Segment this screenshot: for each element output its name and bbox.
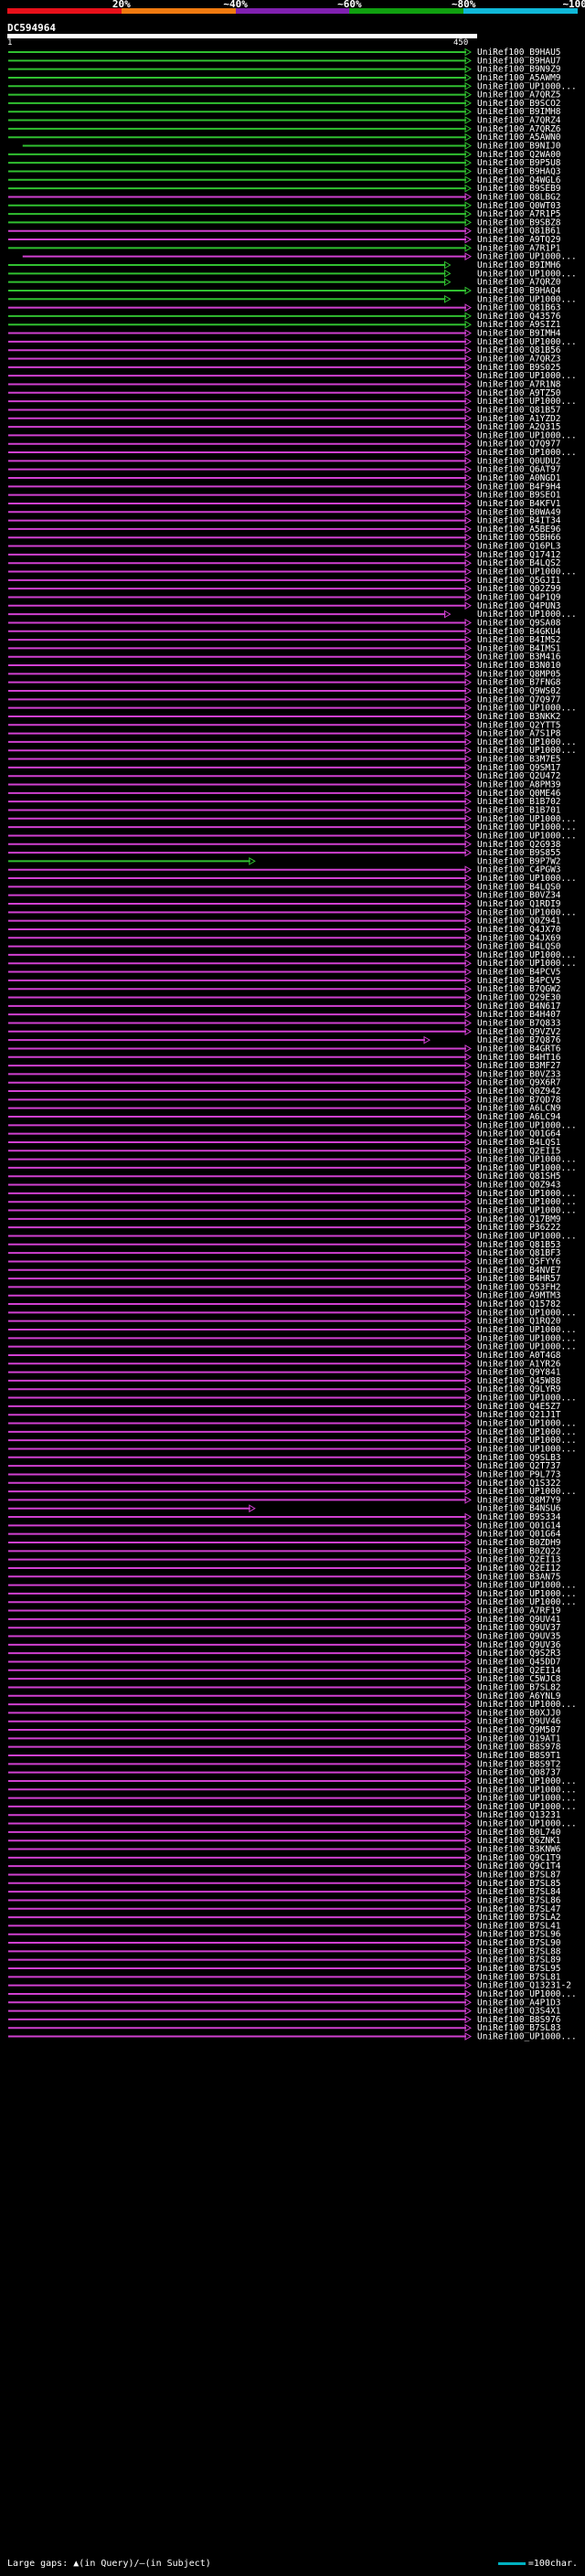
gaps-query-text: (in Query)/: [79, 2559, 140, 2569]
gaps-subject-text: (in Subject): [144, 2559, 211, 2569]
hit-label[interactable]: UniRef100_UP1000...: [477, 2032, 577, 2042]
scale-swatch-icon: [497, 2561, 526, 2565]
scale-text: =100char.: [527, 2559, 578, 2569]
scale-legend: =100char.: [497, 2559, 578, 2570]
gaps-label: Large gaps:: [7, 2559, 69, 2569]
alignment-hits: UniRef100_B9HAU5UniRef100_B9HAU7UniRef10…: [8, 48, 577, 2042]
footer: Large gaps: ▲(in Query)/–(in Subject) =1…: [7, 2559, 578, 2570]
